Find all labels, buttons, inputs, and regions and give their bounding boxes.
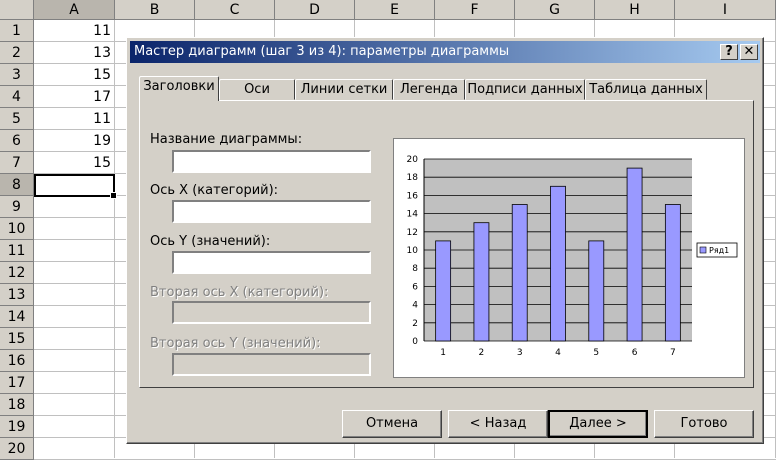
bar bbox=[626, 167, 643, 342]
secondary-y-axis-label: Вторая ось Y (значений): bbox=[150, 336, 321, 351]
row-header-5[interactable]: 5 bbox=[0, 108, 34, 130]
y-tick-label: 12 bbox=[407, 228, 418, 238]
row-header-9[interactable]: 9 bbox=[0, 196, 34, 218]
tab-titles[interactable]: Заголовки bbox=[139, 76, 219, 101]
y-tick-label: 8 bbox=[412, 264, 418, 274]
y-tick-label: 6 bbox=[412, 282, 418, 292]
tab-axes[interactable]: Оси bbox=[219, 79, 295, 100]
finish-button[interactable]: Готово bbox=[654, 410, 754, 438]
row-header-10[interactable]: 10 bbox=[0, 218, 34, 240]
row-header-4[interactable]: 4 bbox=[0, 86, 34, 108]
x-tick-label: 6 bbox=[632, 348, 638, 358]
y-tick-label: 0 bbox=[412, 337, 418, 347]
chart-wizard-dialog: Мастер диаграмм (шаг 3 из 4): параметры … bbox=[126, 37, 764, 444]
cell-a1[interactable]: 11 bbox=[34, 20, 114, 42]
cell-a6[interactable]: 19 bbox=[34, 130, 114, 152]
back-button[interactable]: < Назад bbox=[448, 410, 548, 438]
legend-swatch bbox=[699, 246, 707, 254]
x-axis-input[interactable] bbox=[172, 200, 371, 223]
y-tick-label: 18 bbox=[407, 173, 419, 183]
column-header-d[interactable]: D bbox=[275, 0, 355, 20]
chart-preview: 0 2 4 6 8 10 12 14 16 18 20 1 2 3 4 5 6 7 Ряд1 bbox=[393, 138, 745, 378]
x-tick-label: 3 bbox=[517, 348, 523, 358]
bar bbox=[511, 204, 528, 342]
row-header-15[interactable]: 15 bbox=[0, 328, 34, 350]
secondary-x-axis-input bbox=[172, 301, 371, 324]
y-axis-input[interactable] bbox=[172, 251, 371, 274]
tab-data-labels[interactable]: Подписи данных bbox=[465, 79, 585, 100]
y-tick-label: 14 bbox=[407, 210, 419, 220]
column-header-h[interactable]: H bbox=[595, 0, 675, 20]
column-header-b[interactable]: B bbox=[115, 0, 195, 20]
legend-label: Ряд1 bbox=[709, 246, 729, 255]
cancel-button[interactable]: Отмена bbox=[342, 410, 442, 438]
x-tick-label: 4 bbox=[555, 348, 561, 358]
row-header-1[interactable]: 1 bbox=[0, 20, 34, 42]
column-header-a[interactable]: A bbox=[34, 0, 115, 20]
active-cell-a8[interactable] bbox=[34, 174, 117, 199]
close-button[interactable]: ✕ bbox=[740, 44, 758, 60]
row-header-8[interactable]: 8 bbox=[0, 174, 34, 196]
x-tick-label: 2 bbox=[479, 348, 485, 358]
column-header-f[interactable]: F bbox=[435, 0, 515, 20]
bar bbox=[664, 204, 681, 342]
row-header-19[interactable]: 19 bbox=[0, 416, 34, 438]
row-header-6[interactable]: 6 bbox=[0, 130, 34, 152]
row-header-16[interactable]: 16 bbox=[0, 350, 34, 372]
secondary-y-axis-input bbox=[172, 353, 371, 376]
help-button[interactable]: ? bbox=[720, 44, 738, 60]
tab-legend[interactable]: Легенда bbox=[393, 79, 465, 100]
row-header-14[interactable]: 14 bbox=[0, 306, 34, 328]
row-header-2[interactable]: 2 bbox=[0, 42, 34, 64]
dialog-title: Мастер диаграмм (шаг 3 из 4): параметры … bbox=[134, 44, 510, 59]
row-header-3[interactable]: 3 bbox=[0, 64, 34, 86]
y-tick-label: 20 bbox=[407, 155, 419, 165]
x-axis-label: Ось X (категорий): bbox=[150, 183, 279, 198]
cell-a2[interactable]: 13 bbox=[34, 42, 114, 64]
bar bbox=[435, 240, 452, 342]
y-tick-label: 16 bbox=[407, 191, 419, 201]
cell-a5[interactable]: 11 bbox=[34, 108, 114, 130]
secondary-x-axis-label: Вторая ось X (категорий): bbox=[150, 285, 329, 300]
chart-title-label: Название диаграммы: bbox=[150, 132, 303, 147]
cell-a7[interactable]: 15 bbox=[34, 152, 114, 174]
tab-data-table[interactable]: Таблица данных bbox=[585, 79, 707, 100]
chart-title-input[interactable] bbox=[172, 150, 371, 173]
row-header-12[interactable]: 12 bbox=[0, 262, 34, 284]
next-button[interactable]: Далее > bbox=[548, 410, 648, 438]
bar bbox=[550, 185, 566, 342]
column-header-c[interactable]: C bbox=[195, 0, 275, 20]
row-header-18[interactable]: 18 bbox=[0, 394, 34, 416]
y-tick-label: 2 bbox=[412, 319, 418, 329]
cell-a4[interactable]: 17 bbox=[34, 86, 114, 108]
row-header-20[interactable]: 20 bbox=[0, 438, 34, 460]
x-tick-label: 1 bbox=[440, 348, 446, 358]
y-axis-label: Ось Y (значений): bbox=[150, 234, 271, 249]
chart-svg: 024681012141618201 2 3 4 5 6 7Ряд1 bbox=[407, 155, 738, 358]
y-tick-label: 10 bbox=[407, 246, 419, 256]
x-tick-label: 7 bbox=[670, 348, 676, 358]
bar bbox=[588, 240, 605, 342]
column-header-g[interactable]: G bbox=[515, 0, 595, 20]
row-header-11[interactable]: 11 bbox=[0, 240, 34, 262]
cell-a3[interactable]: 15 bbox=[34, 64, 114, 86]
bar bbox=[473, 222, 490, 342]
row-header-7[interactable]: 7 bbox=[0, 152, 34, 174]
row-header-17[interactable]: 17 bbox=[0, 372, 34, 394]
x-tick-label: 5 bbox=[593, 348, 599, 358]
dialog-titlebar[interactable]: Мастер диаграмм (шаг 3 из 4): параметры … bbox=[130, 41, 760, 63]
row-header-13[interactable]: 13 bbox=[0, 284, 34, 306]
y-tick-label: 4 bbox=[412, 301, 418, 311]
tab-gridlines[interactable]: Линии сетки bbox=[295, 79, 393, 100]
column-header-i[interactable]: I bbox=[675, 0, 776, 20]
column-header-e[interactable]: E bbox=[355, 0, 435, 20]
select-all-corner[interactable] bbox=[0, 0, 34, 20]
